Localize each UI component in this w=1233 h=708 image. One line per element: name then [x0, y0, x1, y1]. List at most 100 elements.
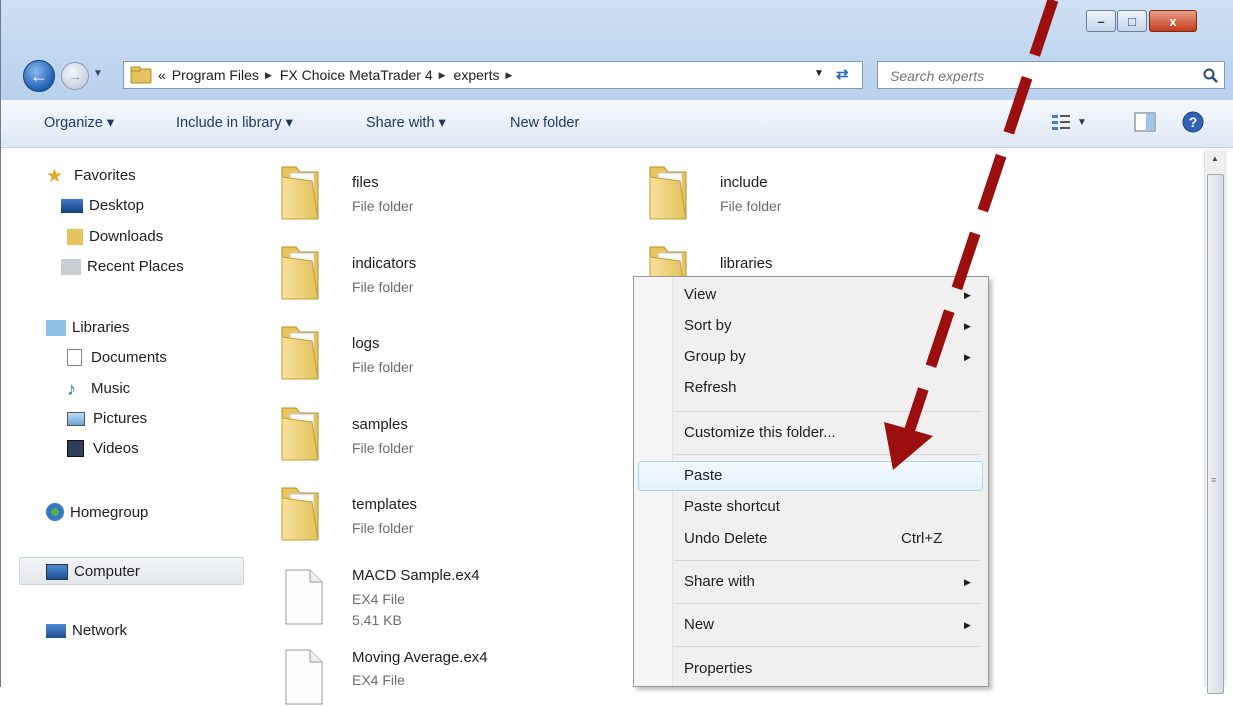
- folder-icon[interactable]: [278, 323, 322, 383]
- sidebar-label: Libraries: [72, 319, 130, 336]
- sidebar-downloads[interactable]: Downloads: [67, 228, 163, 245]
- menu-item-paste[interactable]: Paste: [684, 467, 722, 484]
- menu-separator: [674, 603, 980, 604]
- menu-separator: [674, 454, 980, 455]
- search-icon[interactable]: [1203, 68, 1219, 84]
- sidebar-pictures[interactable]: Pictures: [67, 410, 147, 427]
- menu-item-paste-shortcut[interactable]: Paste shortcut: [684, 498, 780, 515]
- item-name[interactable]: templates: [352, 496, 417, 513]
- organize-button[interactable]: Organize ▾: [44, 115, 114, 131]
- item-name[interactable]: indicators: [352, 255, 416, 272]
- scrollbar-thumb[interactable]: ≡: [1207, 174, 1224, 694]
- documents-icon: [67, 349, 82, 366]
- recent-pages-chevron-icon[interactable]: ▼: [93, 68, 103, 79]
- close-icon: x: [1169, 13, 1177, 29]
- preview-pane-icon[interactable]: [1134, 112, 1156, 132]
- submenu-arrow-icon: ▶: [964, 620, 971, 630]
- sidebar-favorites[interactable]: ★ Favorites: [46, 166, 136, 187]
- folder-icon[interactable]: [646, 163, 690, 223]
- menu-item-new[interactable]: New: [684, 616, 714, 633]
- sidebar-libraries[interactable]: Libraries: [46, 319, 130, 336]
- refresh-icon[interactable]: ⇄: [836, 65, 849, 83]
- maximize-button[interactable]: □: [1117, 10, 1147, 32]
- sidebar-label: Downloads: [89, 228, 164, 245]
- sidebar-recent-places[interactable]: Recent Places: [61, 258, 184, 275]
- item-type: File folder: [352, 520, 414, 536]
- folder-icon[interactable]: [278, 404, 322, 464]
- sidebar-music[interactable]: ♪ Music: [67, 379, 131, 399]
- folder-icon[interactable]: [278, 163, 322, 223]
- new-folder-button[interactable]: New folder: [510, 115, 579, 131]
- search-box[interactable]: [877, 61, 1225, 89]
- recent-places-icon: [61, 258, 81, 275]
- sidebar-homegroup[interactable]: Homegroup: [46, 503, 148, 521]
- breadcrumb-program-files[interactable]: Program Files: [172, 67, 259, 83]
- homegroup-icon: [46, 503, 64, 521]
- item-name[interactable]: samples: [352, 416, 408, 433]
- item-type: File folder: [720, 198, 782, 214]
- sidebar-desktop[interactable]: Desktop: [61, 197, 144, 214]
- sidebar-videos[interactable]: Videos: [67, 440, 139, 457]
- address-dropdown-icon[interactable]: ▼: [814, 68, 824, 79]
- sidebar-computer[interactable]: Computer: [46, 563, 140, 580]
- file-icon[interactable]: [284, 568, 324, 628]
- menu-item-customize-folder[interactable]: Customize this folder...: [684, 424, 836, 441]
- address-bar[interactable]: « Program Files ▶ FX Choice MetaTrader 4…: [123, 61, 863, 89]
- sidebar-label: Videos: [93, 440, 139, 457]
- folder-icon[interactable]: [278, 243, 322, 303]
- sidebar-label: Music: [91, 380, 131, 397]
- menu-separator: [674, 560, 980, 561]
- menu-item-group-by[interactable]: Group by: [684, 348, 746, 365]
- sidebar-label: Pictures: [93, 410, 148, 427]
- menu-item-properties[interactable]: Properties: [684, 660, 752, 677]
- search-input[interactable]: [888, 67, 1192, 85]
- breadcrumb-experts[interactable]: experts: [454, 67, 500, 83]
- sidebar-label: Computer: [74, 563, 140, 580]
- command-bar: Organize ▾ Include in library ▾ Share wi…: [1, 100, 1233, 148]
- item-name[interactable]: include: [720, 174, 768, 191]
- star-icon: ★: [46, 166, 64, 187]
- file-icon[interactable]: [284, 648, 324, 708]
- scroll-up-icon[interactable]: ▲: [1211, 154, 1219, 163]
- network-icon: [46, 623, 66, 638]
- item-type: File folder: [352, 440, 414, 456]
- back-button[interactable]: ←: [23, 60, 55, 92]
- item-type: File folder: [352, 198, 414, 214]
- breadcrumb-separator-icon[interactable]: ▶: [505, 70, 512, 81]
- item-type: File folder: [352, 279, 414, 295]
- item-name[interactable]: Moving Average.ex4: [352, 649, 488, 666]
- help-icon[interactable]: ?: [1182, 111, 1204, 133]
- folder-icon[interactable]: [278, 484, 322, 544]
- item-name[interactable]: files: [352, 174, 379, 191]
- desktop-icon: [61, 198, 83, 213]
- menu-item-undo-delete[interactable]: Undo Delete: [684, 530, 767, 547]
- breadcrumb-separator-icon[interactable]: ▶: [439, 70, 446, 81]
- explorer-window: – □ x ← → ▼ « Program Files ▶ FX Choice …: [0, 0, 1233, 705]
- breadcrumb-separator-icon[interactable]: ▶: [265, 70, 272, 81]
- submenu-arrow-icon: ▶: [964, 290, 971, 300]
- item-type: File folder: [352, 359, 414, 375]
- item-name[interactable]: libraries: [720, 255, 773, 272]
- forward-button[interactable]: →: [61, 62, 89, 90]
- change-view-icon[interactable]: [1051, 113, 1071, 131]
- context-menu: View ▶ Sort by ▶ Group by ▶ Refresh Cust…: [633, 276, 989, 687]
- sidebar-label: Favorites: [74, 167, 136, 184]
- sidebar-network[interactable]: Network: [46, 622, 127, 639]
- submenu-arrow-icon: ▶: [964, 321, 971, 331]
- share-with-button[interactable]: Share with ▾: [366, 115, 446, 131]
- close-button[interactable]: x: [1149, 10, 1197, 32]
- vertical-scrollbar[interactable]: ▲ ≡: [1204, 150, 1227, 694]
- include-in-library-button[interactable]: Include in library ▾: [176, 115, 293, 131]
- forward-arrow-icon: →: [67, 67, 83, 85]
- minimize-button[interactable]: –: [1086, 10, 1116, 32]
- item-name[interactable]: logs: [352, 335, 380, 352]
- menu-item-view[interactable]: View: [684, 286, 716, 303]
- breadcrumb-overflow[interactable]: «: [158, 67, 166, 83]
- view-options-chevron-icon[interactable]: ▼: [1077, 117, 1087, 128]
- menu-item-sort-by[interactable]: Sort by: [684, 317, 732, 334]
- item-name[interactable]: MACD Sample.ex4: [352, 567, 480, 584]
- menu-item-share-with[interactable]: Share with: [684, 573, 755, 590]
- sidebar-documents[interactable]: Documents: [67, 349, 167, 366]
- breadcrumb-fx-choice[interactable]: FX Choice MetaTrader 4: [280, 67, 433, 83]
- menu-item-refresh[interactable]: Refresh: [684, 379, 737, 396]
